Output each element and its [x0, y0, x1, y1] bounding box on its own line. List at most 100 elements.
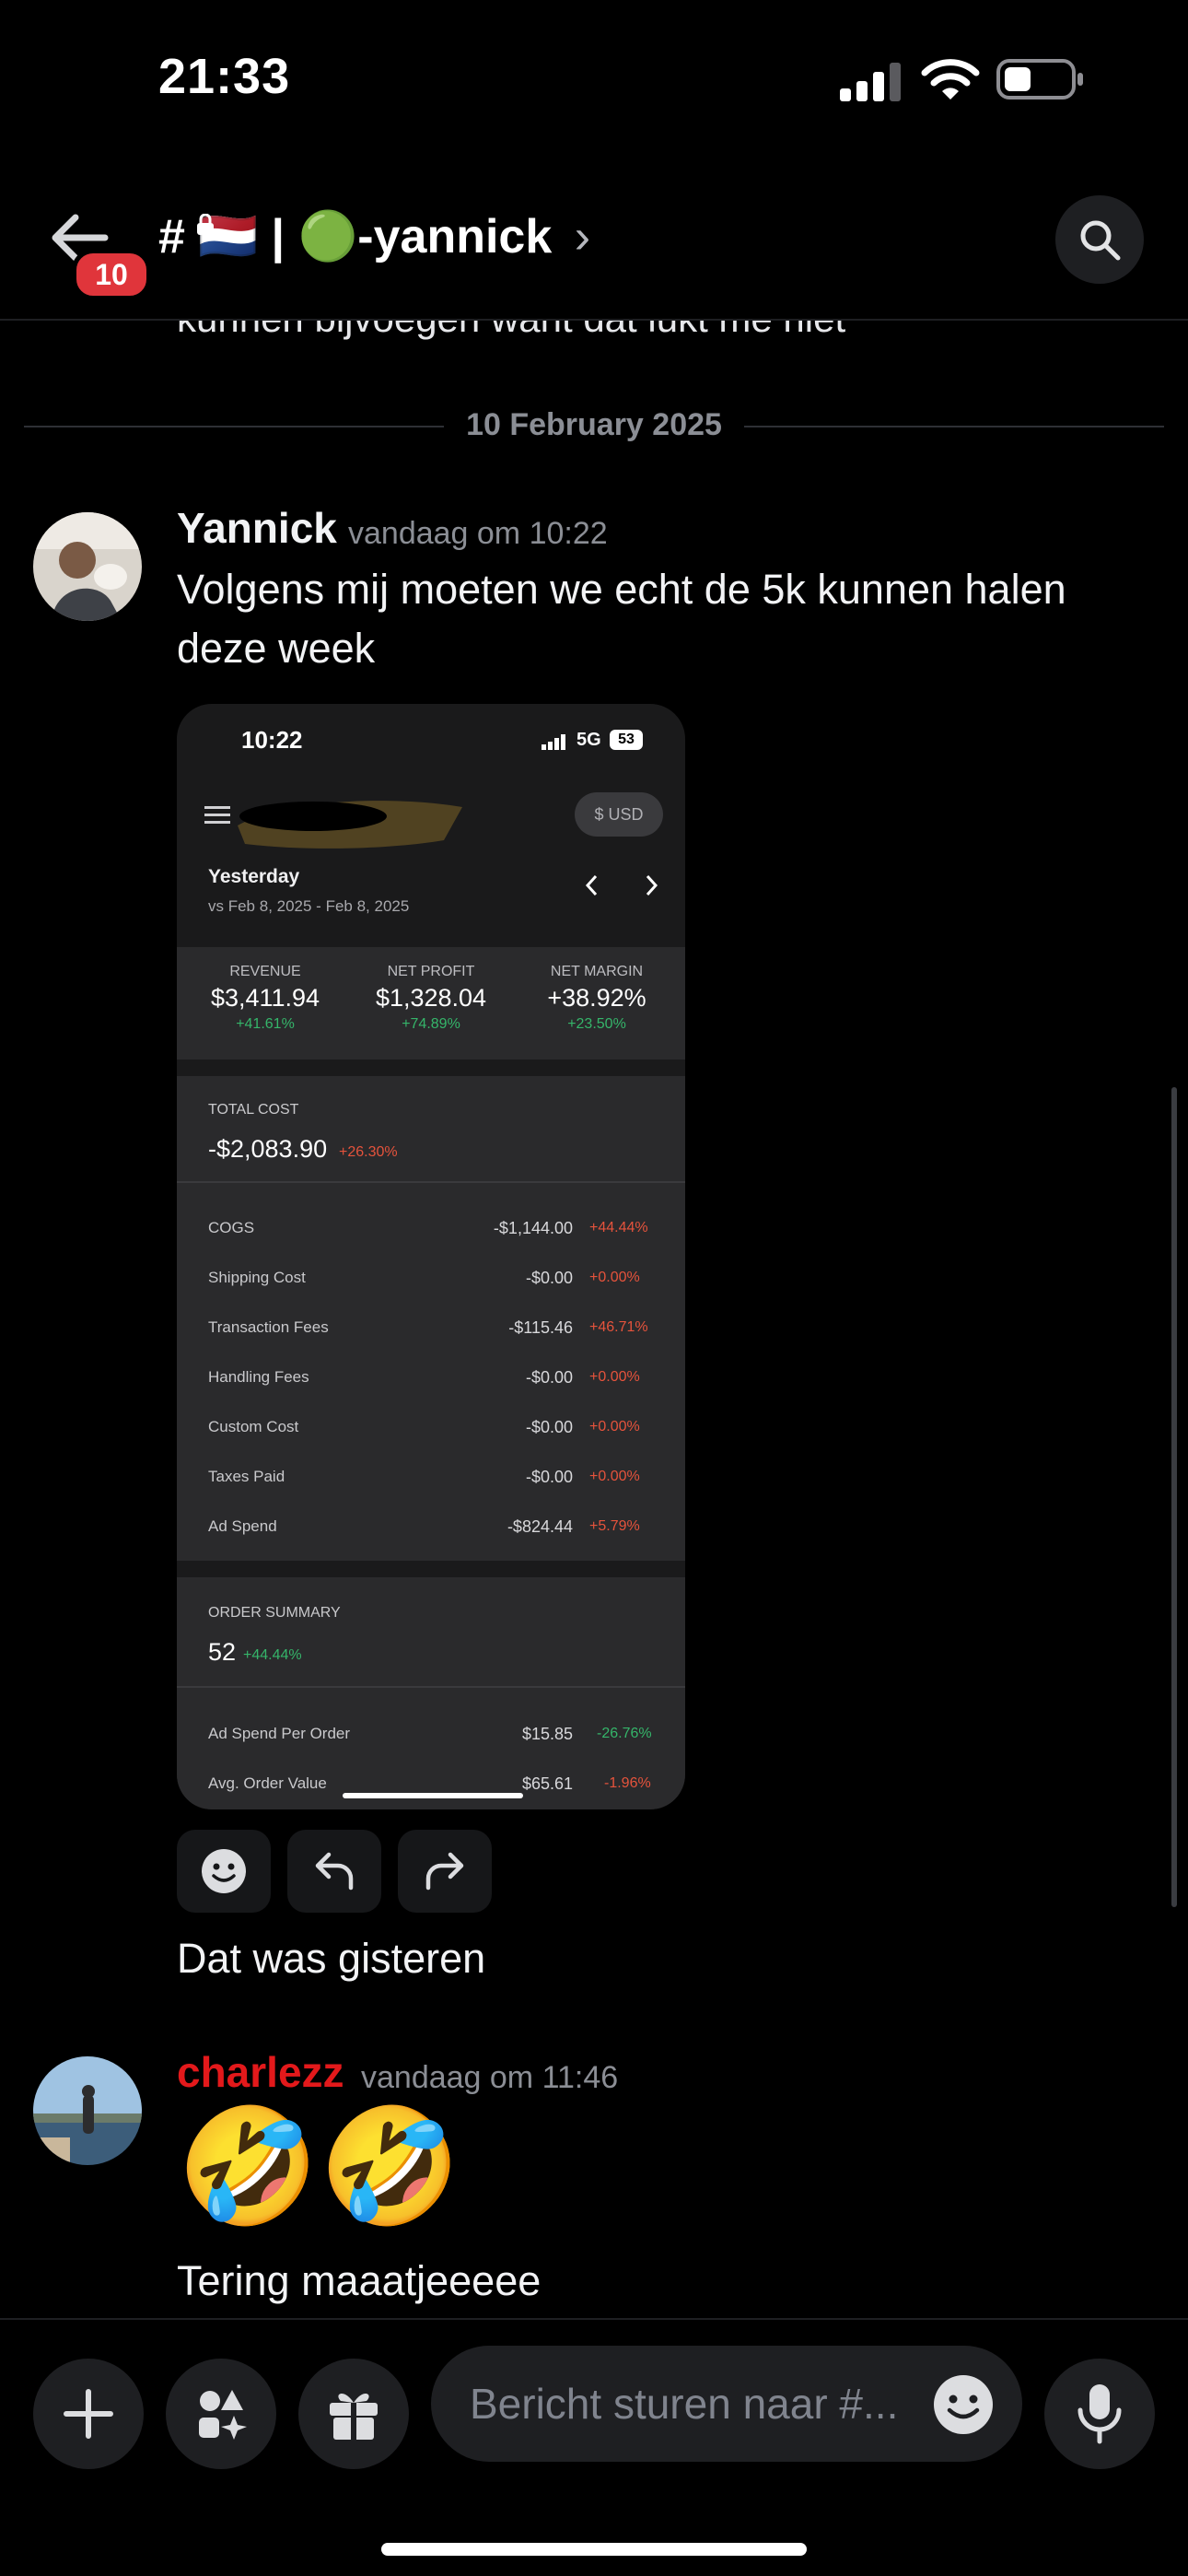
cost-row-label: COGS — [208, 1219, 255, 1236]
kpi-label: NET MARGIN — [550, 964, 644, 979]
message-input-placeholder: Bericht sturen naar #... — [470, 2380, 899, 2428]
home-indicator — [381, 2543, 807, 2556]
cost-row-value: -$115.46 — [508, 1318, 573, 1337]
microphone-icon — [1077, 2384, 1122, 2444]
panel-divider — [177, 1181, 685, 1183]
total-cost-value: -$2,083.90 — [208, 1135, 328, 1163]
cost-row-label: Handling Fees — [208, 1368, 309, 1386]
apps-icon — [199, 2390, 247, 2440]
image-attachment[interactable]: 10:22 5G 53 $ USD Yesterday vs Feb 8, 20… — [177, 704, 685, 1809]
message-timestamp: vandaag om 10:22 — [348, 516, 608, 551]
cost-row-label: Transaction Fees — [208, 1318, 329, 1336]
battery-level: 53 — [610, 730, 643, 750]
chevron-left-icon — [585, 874, 598, 896]
total-cost-panel: TOTAL COST -$2,083.90 +26.30% COGS -$1,1… — [177, 1076, 685, 1561]
cost-row-label: Taxes Paid — [208, 1468, 285, 1485]
kpi-label: REVENUE — [229, 964, 301, 979]
forward-icon — [425, 1852, 464, 1891]
date-divider-line — [744, 426, 1164, 427]
order-row-change: -26.76% — [597, 1726, 652, 1741]
cost-row-value: -$0.00 — [525, 1269, 573, 1287]
date-divider: 10 February 2025 — [466, 407, 722, 442]
order-summary-change: +44.44% — [243, 1647, 302, 1663]
cost-row-change: +0.00% — [589, 1270, 640, 1285]
cost-row-change: +0.00% — [589, 1369, 640, 1385]
cellular-signal-icon — [542, 734, 565, 750]
cost-row-value: -$0.00 — [525, 1418, 573, 1436]
period-label: Yesterday — [208, 866, 300, 887]
attachment-status-time: 10:22 — [241, 726, 303, 754]
cost-row-change: +44.44% — [589, 1220, 648, 1235]
add-attachment-button[interactable] — [33, 2359, 144, 2469]
cost-row-value: -$0.00 — [525, 1468, 573, 1486]
unread-badge: 10 — [72, 249, 151, 300]
message-author[interactable]: Yannick — [177, 503, 337, 553]
cost-row-label: Ad Spend — [208, 1517, 277, 1535]
cellular-signal-icon — [840, 63, 901, 101]
hamburger-menu-icon — [204, 806, 230, 824]
order-row-label: Ad Spend Per Order — [208, 1725, 351, 1742]
plus-icon — [64, 2389, 113, 2439]
message-author[interactable]: charlezz — [177, 2047, 344, 2097]
order-row-change: -1.96% — [604, 1775, 651, 1791]
reply-button[interactable] — [287, 1830, 381, 1913]
search-button[interactable] — [1055, 195, 1144, 284]
channel-name: # 🇳🇱 | 🟢-yannick — [158, 210, 553, 263]
cost-row-label: Custom Cost — [208, 1418, 299, 1435]
emoji-icon[interactable] — [932, 2373, 995, 2436]
cost-row-change: +0.00% — [589, 1469, 640, 1484]
attachment-home-indicator — [343, 1793, 523, 1798]
message-timestamp: vandaag om 11:46 — [361, 2060, 619, 2095]
cost-row-change: +5.79% — [589, 1518, 640, 1534]
kpi-label: NET PROFIT — [387, 964, 475, 979]
cost-row-value: -$0.00 — [525, 1368, 573, 1387]
kpi-change: +23.50% — [567, 1016, 626, 1032]
gift-button[interactable] — [298, 2359, 409, 2469]
kpi-value: $3,411.94 — [210, 984, 320, 1012]
cost-row-change: +0.00% — [589, 1419, 640, 1434]
kpi-value: $1,328.04 — [375, 984, 487, 1012]
add-reaction-button[interactable] — [177, 1830, 271, 1913]
order-summary-value: 52 — [208, 1638, 237, 1666]
reply-icon — [315, 1852, 354, 1891]
status-time: 21:33 — [158, 49, 291, 104]
battery-icon — [996, 59, 1083, 100]
wifi-icon — [921, 59, 980, 100]
order-summary-label: ORDER SUMMARY — [208, 1605, 341, 1621]
cost-row-change: +46.71% — [589, 1319, 648, 1335]
kpi-panel: REVENUE $3,411.94 +41.61% NET PROFIT $1,… — [177, 947, 685, 1060]
order-row-label: Avg. Order Value — [208, 1774, 327, 1792]
order-summary-panel: ORDER SUMMARY 52 +44.44% Ad Spend Per Or… — [177, 1577, 685, 1809]
network-type: 5G — [577, 730, 601, 750]
cost-row-value: -$1,144.00 — [493, 1219, 573, 1237]
kpi-change: +74.89% — [402, 1016, 460, 1032]
forward-button[interactable] — [398, 1830, 492, 1913]
chevron-right-icon: › — [574, 210, 591, 263]
search-icon — [1080, 220, 1121, 261]
redacted-store-name — [238, 801, 462, 849]
apps-button[interactable] — [166, 2359, 276, 2469]
kpi-change: +41.61% — [236, 1016, 295, 1032]
message-text: Tering maaatjeeeee — [177, 2257, 542, 2304]
avatar-yannick[interactable] — [33, 512, 142, 621]
clipped-message-text: kunnen bijvoegen want dat lukt me niet — [177, 321, 845, 341]
message-emoji: 🤣🤣 — [177, 2103, 461, 2231]
order-row-value: $65.61 — [521, 1774, 573, 1793]
total-cost-change: +26.30% — [339, 1144, 398, 1160]
panel-divider — [177, 1686, 685, 1688]
order-row-value: $15.85 — [521, 1725, 573, 1743]
voice-message-button[interactable] — [1044, 2359, 1155, 2469]
message-text: Dat was gisteren — [177, 1935, 486, 1982]
kpi-value: +38.92% — [547, 984, 646, 1012]
avatar-charlezz[interactable] — [33, 2056, 142, 2165]
currency-button: $ USD — [575, 792, 663, 837]
lock-icon — [197, 214, 214, 235]
date-divider-line — [24, 426, 444, 427]
emoji-icon — [202, 1849, 246, 1893]
channel-title[interactable]: # 🇳🇱 | 🟢-yannick › — [158, 208, 590, 264]
gift-icon — [330, 2393, 378, 2440]
message-text: Volgens mij moeten we echt de 5k kunnen … — [177, 566, 1066, 672]
scrollbar[interactable] — [1171, 1087, 1177, 1907]
total-cost-label: TOTAL COST — [208, 1102, 299, 1118]
cost-row-label: Shipping Cost — [208, 1269, 306, 1286]
